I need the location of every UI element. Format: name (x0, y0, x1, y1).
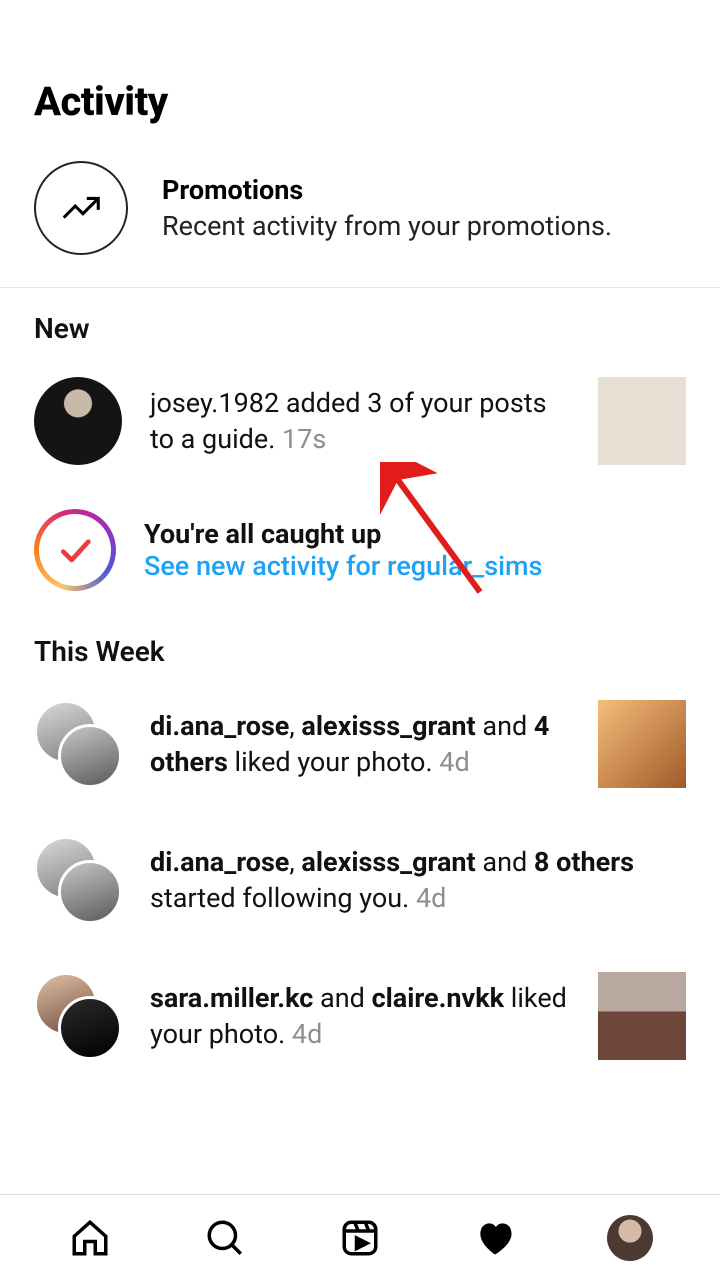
avatar (58, 996, 122, 1060)
search-icon (204, 1217, 246, 1259)
nav-home[interactable] (62, 1210, 118, 1266)
nav-profile[interactable] (602, 1210, 658, 1266)
caught-up-row: You're all caught up See new activity fo… (0, 489, 720, 611)
caught-up-ring-icon (34, 509, 116, 591)
activity-item[interactable]: josey.1982 added 3 of your posts to a gu… (0, 353, 720, 489)
activity-description: liked your photo. (228, 746, 439, 778)
username[interactable]: alexisss_grant (301, 846, 475, 878)
username[interactable]: josey.1982 (150, 387, 279, 419)
timestamp: 17s (282, 423, 326, 455)
username[interactable]: sara.miller.kc (150, 982, 313, 1014)
promotions-text: Promotions Recent activity from your pro… (162, 174, 612, 242)
page-title: Activity (34, 78, 686, 125)
timestamp: 4d (439, 746, 469, 778)
post-thumbnail[interactable] (598, 700, 686, 788)
activity-item[interactable]: sara.miller.kc and claire.nvkk liked you… (0, 948, 720, 1060)
profile-avatar-icon (607, 1215, 653, 1261)
checkmark-icon (55, 530, 95, 570)
promotions-row[interactable]: Promotions Recent activity from your pro… (0, 145, 720, 287)
nav-search[interactable] (197, 1210, 253, 1266)
avatar-stack[interactable] (34, 972, 122, 1060)
home-icon (69, 1217, 111, 1259)
username[interactable]: claire.nvkk (372, 982, 505, 1014)
avatar (58, 860, 122, 924)
activity-screen: Activity Promotions Recent activity from… (0, 0, 720, 1280)
avatar-stack[interactable] (34, 836, 122, 924)
promotions-subtitle: Recent activity from your promotions. (162, 210, 612, 242)
avatar (58, 724, 122, 788)
activity-item[interactable]: di.ana_rose, alexisss_grant and 4 others… (0, 676, 720, 812)
reels-icon (339, 1217, 381, 1259)
post-thumbnail[interactable] (598, 377, 686, 465)
username[interactable]: alexisss_grant (301, 710, 475, 742)
nav-activity[interactable] (467, 1210, 523, 1266)
activity-item[interactable]: di.ana_rose, alexisss_grant and 8 others… (0, 812, 720, 948)
nav-reels[interactable] (332, 1210, 388, 1266)
username[interactable]: di.ana_rose (150, 710, 289, 742)
caught-up-title: You're all caught up (144, 518, 542, 550)
avatar[interactable] (34, 377, 122, 465)
others-count[interactable]: 8 others (534, 846, 634, 878)
caught-up-link[interactable]: See new activity for regular_sims (144, 550, 542, 582)
activity-text: sara.miller.kc and claire.nvkk liked you… (150, 980, 570, 1053)
timestamp: 4d (416, 882, 446, 914)
activity-text: di.ana_rose, alexisss_grant and 4 others… (150, 708, 570, 781)
activity-text: josey.1982 added 3 of your posts to a gu… (150, 385, 570, 458)
heart-icon (473, 1216, 517, 1260)
promotions-title: Promotions (162, 174, 612, 206)
timestamp: 4d (292, 1018, 322, 1050)
avatar-stack[interactable] (34, 700, 122, 788)
page-header: Activity (0, 0, 720, 145)
trend-up-icon (58, 185, 104, 231)
caught-up-text: You're all caught up See new activity fo… (144, 518, 542, 582)
section-label-new: New (0, 288, 720, 353)
section-label-this-week: This Week (0, 611, 720, 676)
activity-description: started following you. (150, 882, 416, 914)
post-thumbnail[interactable] (598, 972, 686, 1060)
activity-scroll-area[interactable]: New josey.1982 added 3 of your posts to … (0, 288, 720, 1280)
bottom-nav (0, 1194, 720, 1280)
activity-text: di.ana_rose, alexisss_grant and 8 others… (150, 844, 686, 917)
username[interactable]: di.ana_rose (150, 846, 289, 878)
promotions-icon-circle (34, 161, 128, 255)
